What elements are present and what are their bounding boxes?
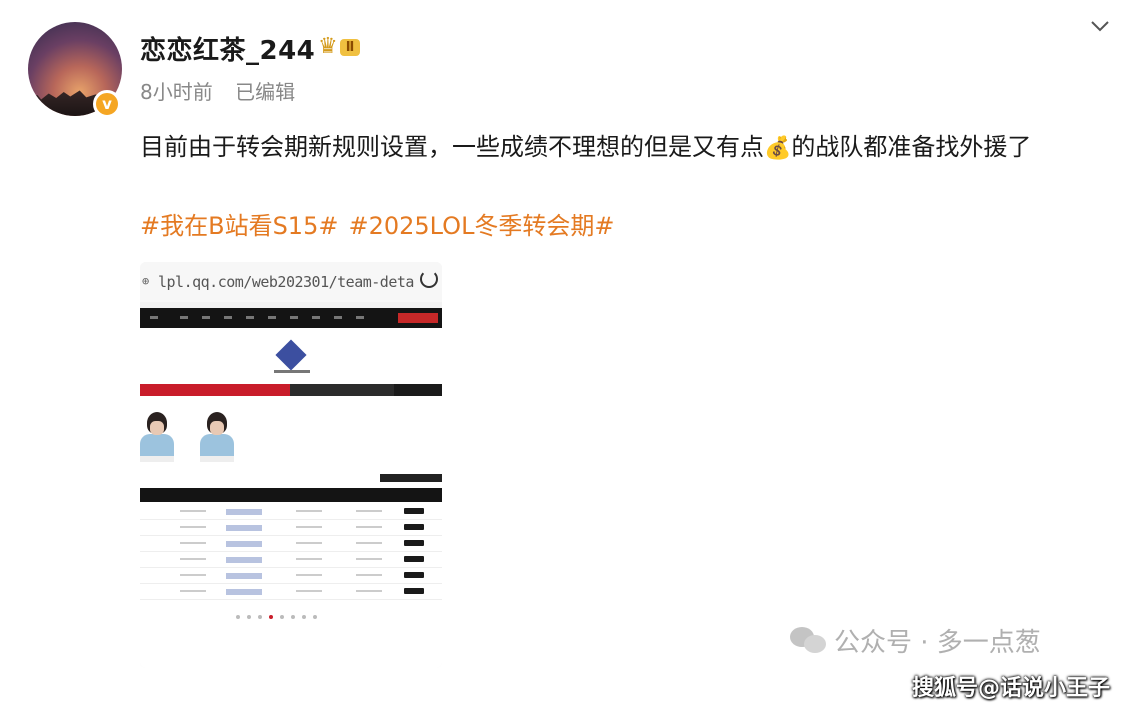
pagination xyxy=(236,604,346,619)
table-row xyxy=(140,520,442,536)
hashtag-link[interactable]: #2025LOL冬季转会期# xyxy=(348,212,614,240)
match-table-header xyxy=(140,488,442,502)
verified-badge-icon: v xyxy=(93,90,121,118)
post-text-part2: 的战队都准备找外援了 xyxy=(791,133,1032,161)
lock-icon: ⊕ xyxy=(142,274,150,288)
player-card xyxy=(140,412,174,462)
post-text-part1: 目前由于转会期新规则设置，一些成绩不理想的但是又有点 xyxy=(140,133,764,161)
user-level-badge: ♛ Ⅱ xyxy=(318,34,361,60)
team-page-preview xyxy=(140,308,442,668)
reload-icon xyxy=(420,270,438,288)
post-body: 目前由于转会期新规则设置，一些成绩不理想的但是又有点💰的战队都准备找外援了 xyxy=(140,126,1100,170)
table-row xyxy=(140,552,442,568)
post-meta: 8小时前 已编辑 xyxy=(140,76,311,105)
team-tabs xyxy=(140,384,442,396)
brand-logo xyxy=(398,313,438,323)
site-nav-bar xyxy=(140,308,442,328)
hashtags: #我在B站看S15# #2025LOL冬季转会期# xyxy=(140,206,625,241)
wechat-watermark-text: 公众号 · 多一点葱 xyxy=(834,628,1041,658)
level-label: Ⅱ xyxy=(339,38,361,56)
crown-icon: ♛ xyxy=(318,34,338,59)
post-image[interactable]: ⊕ lpl.qq.com/web202301/team-deta xyxy=(140,262,442,668)
chevron-down-icon[interactable] xyxy=(1088,14,1112,38)
hashtag-link[interactable]: #我在B站看S15# xyxy=(140,212,338,240)
url-text: lpl.qq.com/web202301/team-deta xyxy=(158,273,414,291)
table-row xyxy=(140,536,442,552)
match-section-header xyxy=(380,474,442,482)
wechat-watermark: 公众号 · 多一点葱 xyxy=(790,622,1041,659)
team-logo xyxy=(275,339,307,371)
edited-label[interactable]: 已编辑 xyxy=(235,80,295,104)
post-time: 8小时前 xyxy=(140,80,213,104)
money-bag-icon: 💰 xyxy=(764,136,792,161)
browser-url-bar: ⊕ lpl.qq.com/web202301/team-deta xyxy=(140,262,442,302)
table-row xyxy=(140,584,442,600)
username[interactable]: 恋恋红茶_244 xyxy=(140,30,315,67)
table-row xyxy=(140,568,442,584)
wechat-icon xyxy=(790,626,828,655)
sohu-watermark: 搜狐号@话说小王子 xyxy=(912,676,1111,701)
player-card xyxy=(200,412,234,462)
team-name-bar xyxy=(274,370,310,373)
table-row xyxy=(140,504,442,520)
